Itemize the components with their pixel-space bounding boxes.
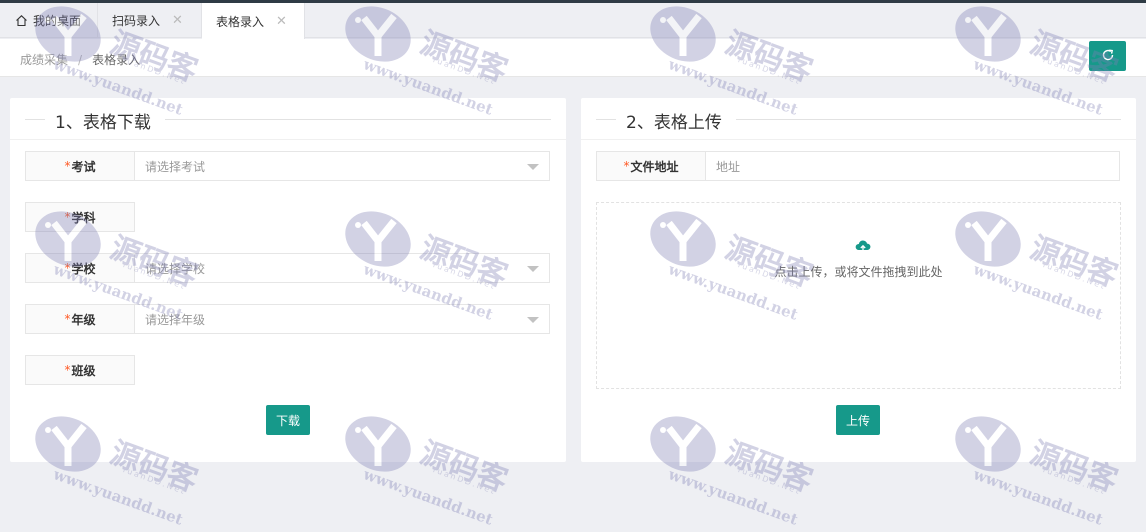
- download-card-header: 1、表格下载: [10, 98, 566, 140]
- upload-card-header: 2、表格上传: [581, 98, 1136, 140]
- exam-label: * 考试: [25, 151, 135, 181]
- cloud-upload-icon: [855, 238, 871, 252]
- breadcrumb-current: 表格录入: [92, 53, 141, 67]
- home-icon: [14, 14, 28, 28]
- download-card: 1、表格下载 * 考试 请选择考试 * 学科 * 学校 请选择学校 * 年级 请…: [10, 98, 566, 462]
- exam-select-placeholder: 请选择考试: [145, 159, 206, 174]
- watermark-sub-text: YuanDD.Net: [735, 464, 803, 497]
- tab-scan-entry[interactable]: 扫码录入 ✕: [98, 3, 202, 38]
- class-label: * 班级: [25, 355, 135, 385]
- title-line-right: [165, 119, 551, 120]
- exam-field-row: * 考试 请选择考试: [25, 151, 550, 181]
- required-mark: *: [64, 363, 71, 377]
- watermark-sub-text: YuanDD.Net: [120, 464, 188, 497]
- exam-label-text: 考试: [71, 159, 96, 174]
- grade-select[interactable]: 请选择年级: [135, 304, 550, 334]
- download-card-title: 1、表格下载: [55, 113, 151, 133]
- caret-down-icon: [527, 317, 539, 323]
- watermark-url-text: www.yuandd.net: [666, 465, 801, 529]
- school-label: * 学校: [25, 253, 135, 283]
- title-line-left: [25, 119, 45, 120]
- grade-label: * 年级: [25, 304, 135, 334]
- grade-label-text: 年级: [71, 312, 96, 327]
- upload-card: 2、表格上传 * 文件地址 地址 点击上传，或将文件拖拽到此处 上传: [581, 98, 1136, 462]
- class-label-text: 班级: [71, 363, 96, 378]
- class-field-row: * 班级: [25, 355, 135, 385]
- refresh-icon: [1101, 47, 1115, 66]
- subject-label-text: 学科: [71, 210, 96, 225]
- watermark-url-text: www.yuandd.net: [51, 465, 186, 529]
- watermark-url-text: www.yuandd.net: [971, 465, 1106, 529]
- tab-label: 扫码录入: [112, 14, 161, 28]
- tabs-bar: 我的桌面 扫码录入 ✕ 表格录入 ✕: [0, 3, 1146, 39]
- caret-down-icon: [527, 266, 539, 272]
- upload-drop-zone[interactable]: 点击上传，或将文件拖拽到此处: [596, 202, 1121, 389]
- breadcrumb: 成绩采集 / 表格录入: [20, 51, 140, 68]
- watermark-sub-text: YuanDD.Net: [430, 464, 498, 497]
- school-select[interactable]: 请选择学校: [135, 253, 550, 283]
- school-field-row: * 学校 请选择学校: [25, 253, 550, 283]
- exam-select[interactable]: 请选择考试: [135, 151, 550, 181]
- upload-hint-text: 点击上传，或将文件拖拽到此处: [774, 265, 943, 279]
- file-address-label-text: 文件地址: [630, 159, 679, 174]
- file-address-placeholder: 地址: [716, 159, 741, 174]
- tab-label: 表格录入: [216, 14, 265, 29]
- breadcrumb-parent[interactable]: 成绩采集: [20, 51, 68, 68]
- subject-label: * 学科: [25, 202, 135, 232]
- tab-table-entry[interactable]: 表格录入 ✕: [202, 3, 305, 39]
- close-icon[interactable]: ✕: [276, 15, 287, 28]
- subject-field-row: * 学科: [25, 202, 135, 232]
- refresh-button[interactable]: [1089, 41, 1126, 71]
- breadcrumb-bar: 成绩采集 / 表格录入: [0, 39, 1146, 77]
- title-line-right: [736, 119, 1121, 120]
- required-mark: *: [64, 261, 71, 275]
- required-mark: *: [64, 312, 71, 326]
- file-address-row: * 文件地址 地址: [596, 151, 1120, 181]
- upload-card-title: 2、表格上传: [626, 113, 722, 133]
- watermark-sub-text: YuanDD.Net: [1040, 464, 1108, 497]
- watermark-url-text: www.yuandd.net: [361, 465, 496, 529]
- grade-field-row: * 年级 请选择年级: [25, 304, 550, 334]
- grade-select-placeholder: 请选择年级: [145, 312, 206, 327]
- school-label-text: 学校: [71, 261, 96, 276]
- upload-button[interactable]: 上传: [836, 405, 880, 435]
- file-address-label: * 文件地址: [596, 151, 706, 181]
- title-line-left: [596, 119, 616, 120]
- caret-down-icon: [527, 164, 539, 170]
- required-mark: *: [64, 159, 71, 173]
- download-button[interactable]: 下载: [266, 405, 310, 435]
- school-select-placeholder: 请选择学校: [145, 261, 206, 276]
- tab-label: 我的桌面: [33, 14, 82, 28]
- required-mark: *: [623, 159, 630, 173]
- file-address-input[interactable]: 地址: [706, 151, 1120, 181]
- required-mark: *: [64, 210, 71, 224]
- close-icon[interactable]: ✕: [172, 14, 183, 27]
- breadcrumb-separator: /: [78, 52, 83, 67]
- tab-desktop[interactable]: 我的桌面: [0, 3, 98, 38]
